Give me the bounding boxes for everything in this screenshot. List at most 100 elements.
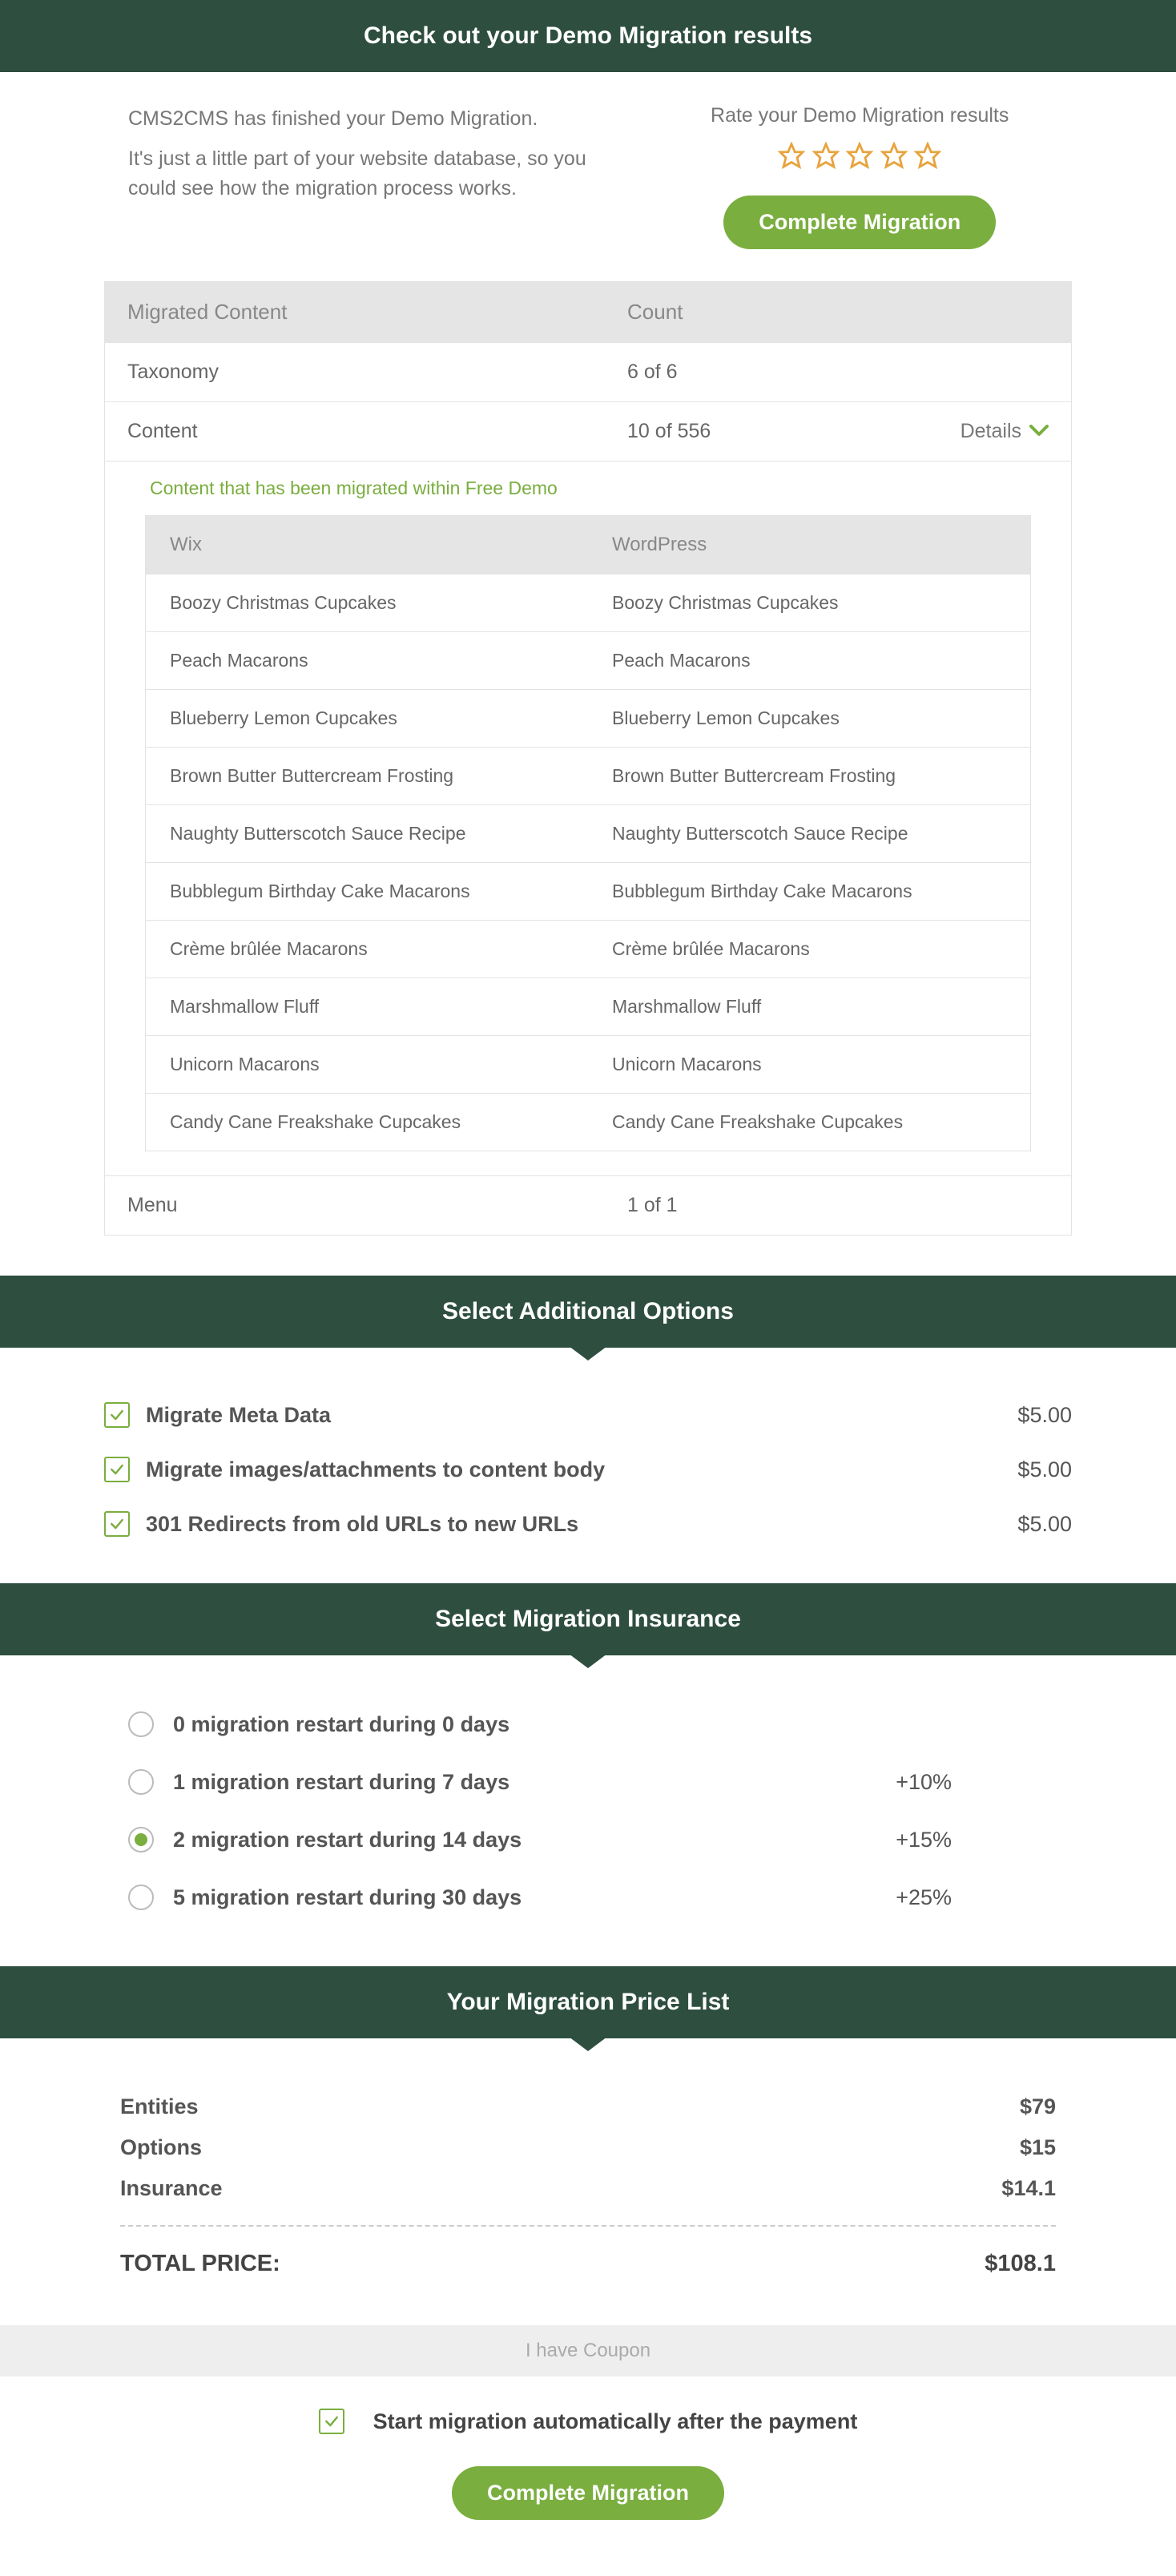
rate-title: Rate your Demo Migration results (647, 104, 1072, 127)
cell-wordpress: Blueberry Lemon Cupcakes (588, 690, 1030, 747)
insurance-row: 5 migration restart during 30 days+25% (128, 1869, 1048, 1926)
option-label: 301 Redirects from old URLs to new URLs (146, 1512, 1017, 1537)
option-row: 301 Redirects from old URLs to new URLs$… (104, 1497, 1072, 1551)
table-row: Taxonomy 6 of 6 (105, 342, 1071, 401)
inner-table: Wix WordPress Boozy Christmas CupcakesBo… (145, 515, 1031, 1151)
auto-start-label: Start migration automatically after the … (373, 2409, 858, 2434)
auto-start-row: Start migration automatically after the … (319, 2409, 858, 2434)
cell-wordpress: Brown Butter Buttercream Frosting (588, 748, 1030, 804)
insurance-price: +10% (896, 1770, 952, 1795)
inner-row: Peach MacaronsPeach Macarons (146, 631, 1030, 689)
insurance-radio[interactable] (128, 1885, 154, 1910)
option-price: $5.00 (1017, 1457, 1072, 1482)
auto-start-checkbox[interactable] (319, 2409, 344, 2434)
section-header-price: Your Migration Price List (0, 1966, 1176, 2038)
insurance-label: 5 migration restart during 30 days (173, 1885, 896, 1910)
price-label: Options (120, 2135, 202, 2160)
sub-title: Content that has been migrated within Fr… (145, 478, 1031, 499)
cell-wordpress: Marshmallow Fluff (588, 978, 1030, 1035)
insurance-label: 2 migration restart during 14 days (173, 1828, 896, 1852)
coupon-label: I have Coupon (526, 2340, 650, 2361)
option-checkbox[interactable] (104, 1457, 130, 1482)
inner-row: Boozy Christmas CupcakesBoozy Christmas … (146, 574, 1030, 631)
col-wix: Wix (146, 516, 588, 574)
demo-description: CMS2CMS has finished your Demo Migration… (128, 104, 599, 249)
option-price: $5.00 (1017, 1512, 1072, 1537)
total-row: TOTAL PRICE: $108.1 (120, 2243, 1056, 2301)
option-label: Migrate images/attachments to content bo… (146, 1457, 1017, 1482)
insurance-price: +25% (896, 1885, 952, 1910)
details-label: Details (961, 420, 1021, 443)
cell-label: Content (105, 402, 605, 461)
section-header-results: Check out your Demo Migration results (0, 0, 1176, 72)
content-details: Content that has been migrated within Fr… (105, 461, 1071, 1175)
details-toggle[interactable]: Details (961, 420, 1049, 443)
cell-wordpress: Boozy Christmas Cupcakes (588, 574, 1030, 631)
inner-row: Bubblegum Birthday Cake MacaronsBubblegu… (146, 862, 1030, 920)
col-migrated: Migrated Content (105, 282, 605, 342)
cell-wix: Boozy Christmas Cupcakes (146, 574, 588, 631)
complete-migration-button-bottom[interactable]: Complete Migration (452, 2466, 724, 2520)
cell-wix: Blueberry Lemon Cupcakes (146, 690, 588, 747)
option-price: $5.00 (1017, 1403, 1072, 1428)
bottom-block: Start migration automatically after the … (0, 2376, 1176, 2576)
migrated-content-table: Migrated Content Count Taxonomy 6 of 6 C… (104, 281, 1072, 1236)
header-title: Select Additional Options (442, 1298, 734, 1324)
cell-wordpress: Naughty Butterscotch Sauce Recipe (588, 805, 1030, 862)
cell-label: Menu (105, 1176, 605, 1235)
insurance-label: 0 migration restart during 0 days (173, 1712, 952, 1737)
option-checkbox[interactable] (104, 1511, 130, 1537)
col-wordpress: WordPress (588, 516, 1030, 574)
star-icon[interactable] (880, 142, 908, 169)
cell-label: Taxonomy (105, 343, 605, 401)
section-header-insurance: Select Migration Insurance (0, 1583, 1176, 1655)
cell-wix: Crème brûlée Macarons (146, 921, 588, 978)
options-block: Migrate Meta Data$5.00 Migrate images/att… (0, 1348, 1176, 1583)
price-value: $14.1 (1001, 2176, 1056, 2201)
insurance-label: 1 migration restart during 7 days (173, 1770, 896, 1795)
insurance-radio[interactable] (128, 1769, 154, 1795)
star-rating[interactable] (647, 142, 1072, 173)
cell-wix: Candy Cane Freakshake Cupcakes (146, 1094, 588, 1151)
star-icon[interactable] (914, 142, 941, 169)
table-head: Migrated Content Count (105, 282, 1071, 342)
option-checkbox[interactable] (104, 1402, 130, 1428)
cell-wix: Marshmallow Fluff (146, 978, 588, 1035)
insurance-block: 0 migration restart during 0 days 1 migra… (0, 1655, 1176, 1966)
cell-count: 6 of 6 (605, 343, 1071, 401)
cell-wordpress: Crème brûlée Macarons (588, 921, 1030, 978)
demo-text-2: It's just a little part of your website … (128, 144, 599, 204)
price-value: $79 (1020, 2094, 1056, 2119)
insurance-row: 0 migration restart during 0 days (128, 1695, 1048, 1753)
option-row: Migrate Meta Data$5.00 (104, 1388, 1072, 1442)
price-row: Options $15 (120, 2127, 1056, 2168)
cell-wordpress: Bubblegum Birthday Cake Macarons (588, 863, 1030, 920)
section-header-options: Select Additional Options (0, 1276, 1176, 1348)
price-row: Entities $79 (120, 2086, 1056, 2127)
insurance-radio[interactable] (128, 1827, 154, 1852)
migration-results-page: Check out your Demo Migration results CM… (0, 0, 1176, 2576)
price-label: Entities (120, 2094, 199, 2119)
cell-wix: Naughty Butterscotch Sauce Recipe (146, 805, 588, 862)
star-icon[interactable] (778, 142, 805, 169)
check-icon (109, 1516, 125, 1532)
inner-row: Candy Cane Freakshake CupcakesCandy Cane… (146, 1093, 1030, 1151)
cell-wix: Unicorn Macarons (146, 1036, 588, 1093)
total-value: $108.1 (985, 2251, 1056, 2277)
total-label: TOTAL PRICE: (120, 2251, 280, 2277)
chevron-down-icon (1029, 420, 1049, 443)
option-row: Migrate images/attachments to content bo… (104, 1442, 1072, 1497)
coupon-toggle[interactable]: I have Coupon (0, 2325, 1176, 2376)
star-icon[interactable] (812, 142, 840, 169)
insurance-radio[interactable] (128, 1711, 154, 1737)
inner-row: Blueberry Lemon CupcakesBlueberry Lemon … (146, 689, 1030, 747)
table-row: Content 10 of 556 Details (105, 401, 1071, 461)
star-icon[interactable] (846, 142, 873, 169)
header-title: Your Migration Price List (447, 1989, 730, 2015)
cell-wordpress: Unicorn Macarons (588, 1036, 1030, 1093)
complete-migration-button[interactable]: Complete Migration (723, 196, 996, 249)
price-value: $15 (1020, 2135, 1056, 2160)
insurance-row: 2 migration restart during 14 days+15% (128, 1811, 1048, 1869)
price-label: Insurance (120, 2176, 223, 2201)
cell-wordpress: Peach Macarons (588, 632, 1030, 689)
